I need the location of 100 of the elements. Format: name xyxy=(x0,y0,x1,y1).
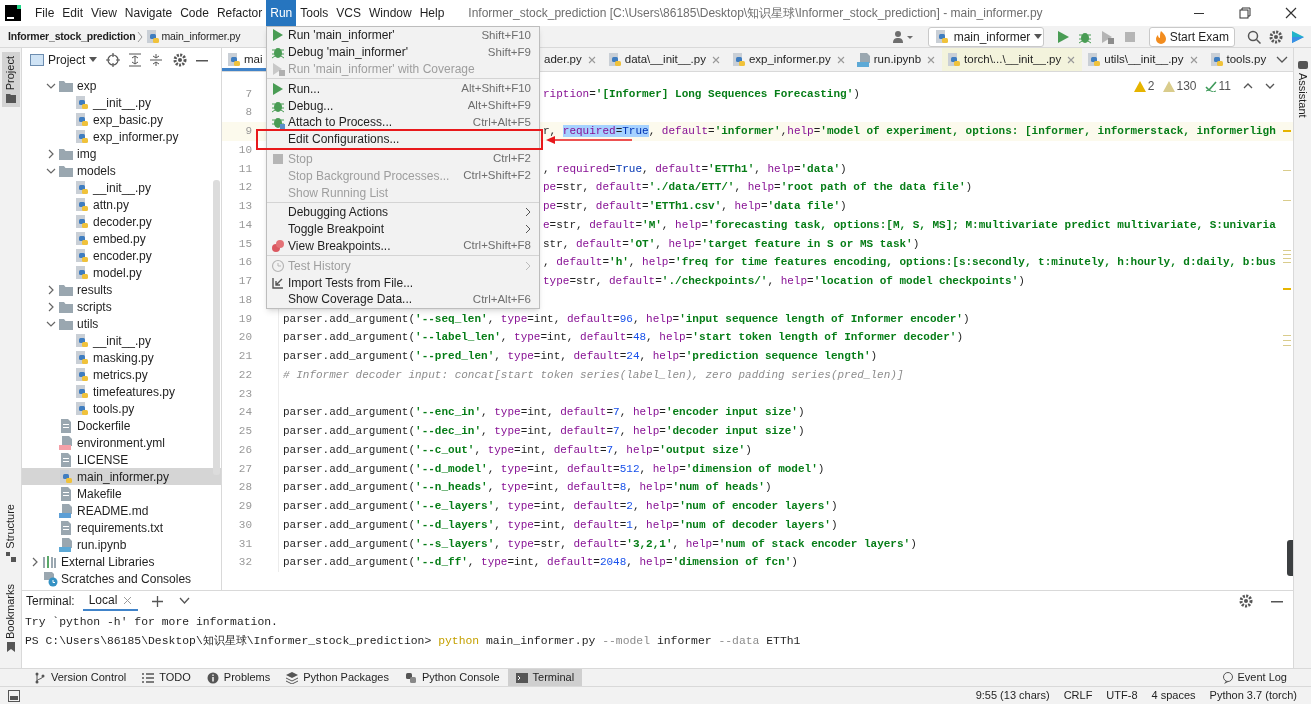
tree-item[interactable]: encoder.py xyxy=(22,247,221,264)
menu-item[interactable]: View Breakpoints... Ctrl+Shift+F8 xyxy=(267,237,539,255)
menu-item[interactable]: Import Tests from File... xyxy=(267,274,539,291)
tree-item[interactable]: README.md xyxy=(22,502,221,519)
run-configuration-dropdown[interactable]: main_informer xyxy=(927,26,1044,47)
typos-counter[interactable]: 11 xyxy=(1204,77,1231,95)
tree-item[interactable]: timefeatures.py xyxy=(22,383,221,400)
tree-item[interactable]: External Libraries xyxy=(22,553,221,570)
tree-item[interactable]: __init__.py xyxy=(22,94,221,111)
breadcrumb-item[interactable]: Informer_stock_prediction xyxy=(8,28,136,45)
terminal-tab[interactable]: Local xyxy=(82,591,139,611)
tree-item[interactable]: results xyxy=(22,281,221,298)
tree-item[interactable]: requirements.txt xyxy=(22,519,221,536)
tree-item[interactable]: metrics.py xyxy=(22,366,221,383)
side-tool-tab[interactable]: Assistant xyxy=(1293,56,1311,122)
menu-item[interactable]: Attach to Process... Ctrl+Alt+F5 xyxy=(267,114,539,131)
tree-item[interactable]: __init__.py xyxy=(22,332,221,349)
menu-item[interactable]: Refactor xyxy=(212,0,267,26)
menu-item[interactable]: Navigate xyxy=(120,0,177,26)
menu-item[interactable]: Debug 'main_informer' Shift+F9 xyxy=(267,43,539,61)
editor-tab[interactable]: torch\...\__init__.py xyxy=(942,48,1083,71)
editor-tab[interactable]: ader.py xyxy=(540,48,603,71)
expand-all-icon[interactable] xyxy=(129,53,142,67)
status-item[interactable]: Python 3.7 (torch) xyxy=(1209,687,1297,704)
menu-item[interactable]: Edit xyxy=(58,0,88,26)
scrollbar-thumb[interactable] xyxy=(213,180,220,475)
menu-item[interactable]: Run xyxy=(266,0,297,26)
locate-icon[interactable] xyxy=(106,53,121,67)
tree-item[interactable]: masking.py xyxy=(22,349,221,366)
editor-tab[interactable]: exp_informer.py xyxy=(726,48,852,71)
tree-item[interactable]: attn.py xyxy=(22,196,221,213)
side-tool-tab[interactable]: Project xyxy=(1,52,20,108)
menu-item[interactable]: Edit Configurations... xyxy=(267,130,539,148)
tool-window-button[interactable]: Python Packages xyxy=(278,668,397,687)
weak-warnings-counter[interactable]: 130 xyxy=(1162,77,1197,95)
tree-item[interactable]: exp_informer.py xyxy=(22,128,221,145)
tree-item[interactable]: environment.yml xyxy=(22,434,221,451)
menu-item[interactable]: View xyxy=(87,0,121,26)
tree-item[interactable]: Scratches and Consoles xyxy=(22,570,221,587)
editor-tab[interactable]: data\__init__.py xyxy=(602,48,727,71)
add-icon[interactable] xyxy=(152,595,164,607)
status-item[interactable]: 4 spaces xyxy=(1151,687,1196,704)
chevron-down-icon[interactable] xyxy=(179,597,191,605)
tree-item[interactable]: models xyxy=(22,162,221,179)
triangle-logo-icon[interactable] xyxy=(1291,29,1305,44)
menu-item[interactable]: Tools xyxy=(296,0,333,26)
editor-tab[interactable]: utils\__init__.py xyxy=(1082,48,1205,71)
tree-item[interactable]: utils xyxy=(22,315,221,332)
status-item[interactable]: 9:55 (13 chars) xyxy=(975,687,1050,704)
menu-item[interactable]: Run... Alt+Shift+F10 xyxy=(267,80,539,98)
tool-window-button[interactable]: Python Console xyxy=(396,668,508,687)
editor-tab[interactable]: tools.py xyxy=(1204,48,1271,71)
tree-item[interactable]: model.py xyxy=(22,264,221,281)
search-icon[interactable] xyxy=(1247,29,1261,44)
menu-item[interactable]: File xyxy=(31,0,59,26)
panel-toggle-icon[interactable] xyxy=(8,689,20,702)
warnings-counter[interactable]: 2 xyxy=(1133,77,1155,95)
tree-item[interactable]: Makefile xyxy=(22,485,221,502)
menu-item[interactable]: Debugging Actions xyxy=(267,203,539,221)
breadcrumb-item[interactable]: main_informer.py xyxy=(161,28,241,45)
view-dropdown[interactable]: Project xyxy=(30,51,98,69)
menu-item[interactable]: VCS xyxy=(332,0,365,26)
side-tool-tab[interactable]: Structure xyxy=(1,500,20,566)
collapse-all-icon[interactable] xyxy=(150,53,163,67)
menu-item[interactable]: Show Coverage Data... Ctrl+Alt+F6 xyxy=(267,290,539,308)
tree-item[interactable]: Dockerfile xyxy=(22,417,221,434)
tool-window-button[interactable]: Terminal xyxy=(507,668,583,687)
tree-item[interactable]: exp xyxy=(22,77,221,94)
side-tool-tab[interactable]: Bookmarks xyxy=(1,579,20,656)
chevron-down-icon[interactable] xyxy=(1265,82,1275,90)
tool-window-button[interactable]: Version Control xyxy=(26,668,135,687)
tool-window-button[interactable]: Problems xyxy=(198,668,279,687)
tree-item[interactable]: img xyxy=(22,145,221,162)
menu-item[interactable]: Debug... Alt+Shift+F9 xyxy=(267,97,539,114)
menu-item[interactable]: Help xyxy=(415,0,449,26)
settings-icon[interactable] xyxy=(1269,29,1283,44)
status-item[interactable]: CRLF xyxy=(1063,687,1093,704)
editor-tab[interactable]: run.ipynb xyxy=(851,48,943,71)
start-exam-button[interactable]: Start Exam xyxy=(1148,26,1235,47)
menu-item[interactable]: Window xyxy=(364,0,416,26)
menu-item[interactable]: Run 'main_informer' Shift+F10 xyxy=(267,27,539,44)
tree-item[interactable]: LICENSE xyxy=(22,451,221,468)
tree-item[interactable]: __init__.py xyxy=(22,179,221,196)
settings-icon[interactable] xyxy=(173,53,188,67)
tree-item[interactable]: tools.py xyxy=(22,400,221,417)
close-icon[interactable] xyxy=(1285,7,1297,19)
chevron-up-icon[interactable] xyxy=(1243,82,1253,90)
restore-icon[interactable] xyxy=(1239,7,1251,19)
tree-item[interactable]: main_informer.py xyxy=(22,468,221,485)
tree-item[interactable]: run.ipynb xyxy=(22,536,221,553)
tool-window-button[interactable]: TODO xyxy=(134,668,199,687)
chevron-down-icon[interactable] xyxy=(1276,54,1289,65)
menu-item[interactable]: Code xyxy=(176,0,213,26)
menu-item[interactable]: Toggle Breakpoint xyxy=(267,220,539,238)
status-item[interactable]: UTF-8 xyxy=(1106,687,1138,704)
tree-item[interactable]: embed.py xyxy=(22,230,221,247)
app-logo-icon[interactable] xyxy=(5,5,21,21)
tree-item[interactable]: scripts xyxy=(22,298,221,315)
tree-item[interactable]: exp_basic.py xyxy=(22,111,221,128)
coverage-icon[interactable] xyxy=(1099,29,1114,44)
